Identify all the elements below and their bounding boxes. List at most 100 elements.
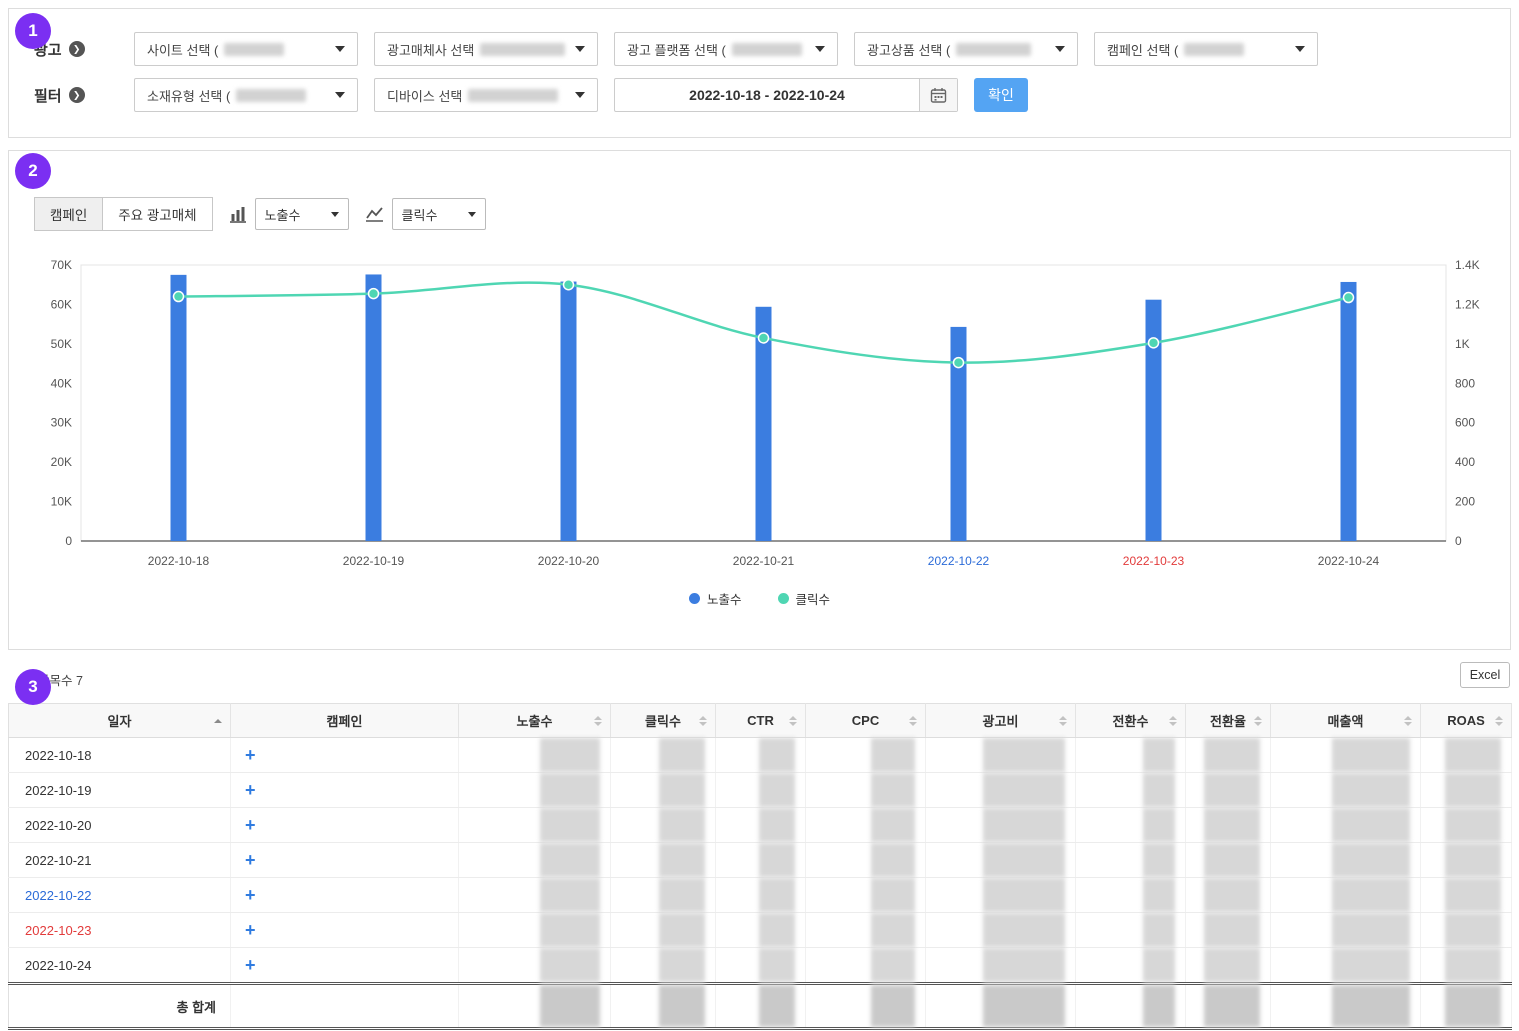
site-select-dropdown[interactable]: 사이트 선택 ( [134, 32, 358, 66]
redacted-total-value [983, 985, 1065, 1027]
total-metric-cell [806, 984, 926, 1029]
redacted-total-value [659, 985, 705, 1027]
metric-cell [926, 808, 1076, 843]
date-range-picker[interactable]: 2022-10-18 - 2022-10-24 [614, 78, 958, 112]
media-company-select-dropdown[interactable]: 광고매체사 선택 [374, 32, 598, 66]
redacted-total-value [1332, 985, 1410, 1027]
chevron-right-icon[interactable]: ❯ [69, 41, 85, 57]
metric-cell [1271, 738, 1421, 773]
filter-row2-label: 필터 ❯ [34, 85, 134, 106]
x-axis-label: 2022-10-22 [928, 554, 990, 568]
metric-cell [926, 738, 1076, 773]
redacted-value [871, 878, 915, 912]
redacted-value [480, 43, 565, 56]
table-row: 2022-10-23+ [9, 913, 1512, 948]
campaign-cell: + [231, 913, 459, 948]
metric-cell [611, 843, 716, 878]
redacted-value [1445, 878, 1501, 912]
filter-row2-label-text: 필터 [34, 85, 62, 106]
metric-cell [1421, 738, 1512, 773]
column-header-매출액[interactable]: 매출액 [1271, 704, 1421, 738]
expand-row-button[interactable]: + [231, 878, 256, 912]
column-header-CTR[interactable]: CTR [716, 704, 806, 738]
total-metric-cell [1076, 984, 1186, 1029]
metric-cell [459, 738, 611, 773]
metric-cell [1271, 878, 1421, 913]
metric-cell [926, 843, 1076, 878]
metric-cell [926, 948, 1076, 984]
metric-cell [1076, 913, 1186, 948]
ad-product-select-label: 광고상품 선택 ( [867, 40, 950, 59]
redacted-total-value [1445, 985, 1501, 1027]
column-header-label: 매출액 [1328, 714, 1364, 729]
campaign-select-dropdown[interactable]: 캠페인 선택 ( [1094, 32, 1318, 66]
tab-major-media[interactable]: 주요 광고매체 [102, 197, 212, 231]
column-header-label: 클릭수 [645, 714, 681, 729]
table-row: 2022-10-21+ [9, 843, 1512, 878]
date-range-value: 2022-10-18 - 2022-10-24 [615, 79, 919, 111]
metric-cell [1421, 878, 1512, 913]
column-header-CPC[interactable]: CPC [806, 704, 926, 738]
redacted-value [1332, 878, 1410, 912]
column-header-전환율[interactable]: 전환율 [1186, 704, 1271, 738]
tab-campaign[interactable]: 캠페인 [34, 197, 103, 231]
column-header-ROAS[interactable]: ROAS [1421, 704, 1512, 738]
column-header-전환수[interactable]: 전환수 [1076, 704, 1186, 738]
ad-product-select-dropdown[interactable]: 광고상품 선택 ( [854, 32, 1078, 66]
metric-cell [926, 878, 1076, 913]
expand-row-button[interactable]: + [231, 738, 256, 772]
expand-row-button[interactable]: + [231, 843, 256, 877]
chevron-down-icon [1295, 46, 1305, 52]
ad-platform-select-dropdown[interactable]: 광고 플랫폼 선택 ( [614, 32, 838, 66]
column-header-캠페인: 캠페인 [231, 704, 459, 738]
confirm-button[interactable]: 확인 [974, 78, 1028, 112]
redacted-value [871, 808, 915, 842]
redacted-value [1204, 843, 1260, 877]
expand-row-button[interactable]: + [231, 948, 256, 982]
creative-type-select-dropdown[interactable]: 소재유형 선택 ( [134, 78, 358, 112]
column-header-클릭수[interactable]: 클릭수 [611, 704, 716, 738]
device-select-dropdown[interactable]: 디바이스 선택 [374, 78, 598, 112]
column-header-노출수[interactable]: 노출수 [459, 704, 611, 738]
redacted-value [659, 773, 705, 807]
bar-metric-select[interactable]: 노출수 [255, 198, 349, 230]
chevron-down-icon [331, 212, 339, 217]
metric-cell [1186, 808, 1271, 843]
expand-row-button[interactable]: + [231, 773, 256, 807]
metric-cell [716, 738, 806, 773]
redacted-value [540, 808, 600, 842]
expand-row-button[interactable]: + [231, 913, 256, 947]
metric-cell [1421, 948, 1512, 984]
excel-export-button[interactable]: Excel [1460, 662, 1510, 688]
redacted-value [1445, 738, 1501, 772]
calendar-button[interactable] [919, 79, 957, 111]
table-row: 2022-10-20+ [9, 808, 1512, 843]
metric-cell [1271, 843, 1421, 878]
campaign-cell: + [231, 738, 459, 773]
redacted-value [1143, 878, 1175, 912]
site-select-label: 사이트 선택 ( [147, 40, 218, 59]
redacted-value [956, 43, 1031, 56]
metric-cell [926, 913, 1076, 948]
redacted-value [871, 773, 915, 807]
table-row: 2022-10-18+ [9, 738, 1512, 773]
clicks-point [369, 289, 379, 299]
total-row: 총 합계 [9, 984, 1512, 1029]
column-header-label: 광고비 [983, 714, 1019, 729]
redacted-value [1204, 738, 1260, 772]
campaign-select-label: 캠페인 선택 ( [1107, 40, 1178, 59]
clicks-point [759, 333, 769, 343]
date-cell: 2022-10-24 [9, 948, 231, 984]
chevron-right-icon[interactable]: ❯ [69, 87, 85, 103]
column-header-일자[interactable]: 일자 [9, 704, 231, 738]
line-metric-select[interactable]: 클릭수 [392, 198, 486, 230]
redacted-value [1445, 913, 1501, 947]
date-cell: 2022-10-23 [9, 913, 231, 948]
column-header-광고비[interactable]: 광고비 [926, 704, 1076, 738]
redacted-value [759, 808, 795, 842]
left-axis-tick: 20K [51, 455, 72, 469]
impressions-bar [561, 282, 577, 541]
expand-row-button[interactable]: + [231, 808, 256, 842]
redacted-value [1184, 43, 1244, 56]
sort-icons [789, 716, 797, 726]
